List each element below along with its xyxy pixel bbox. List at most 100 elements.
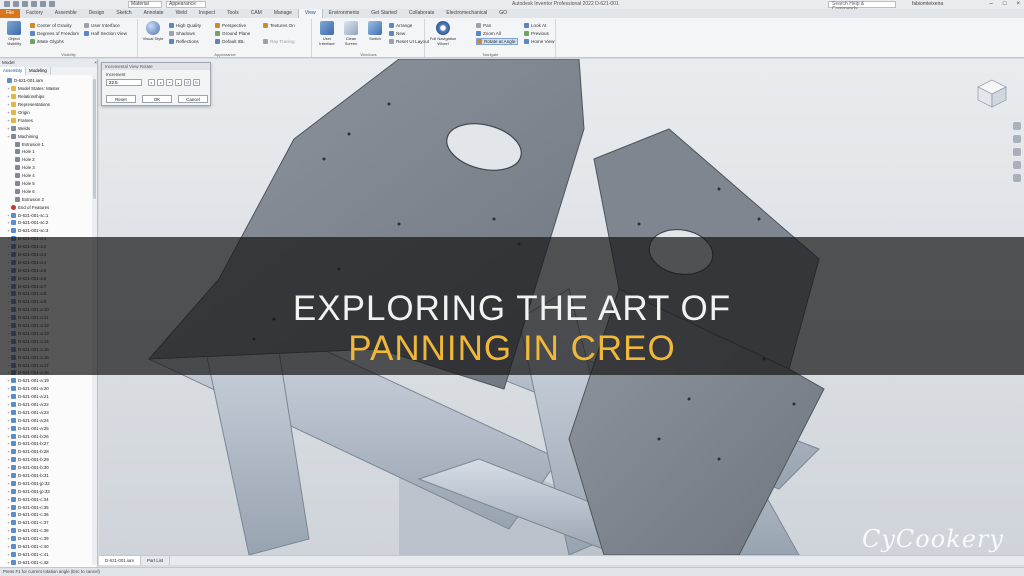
previous-view-button[interactable]: Previous (524, 30, 549, 37)
browser-tree-item[interactable]: + Relationships (0, 93, 97, 101)
default-ibl-dropdown[interactable]: Default IBL (215, 38, 245, 45)
tab-factory[interactable]: Factory (20, 9, 49, 18)
tab-design[interactable]: Design (83, 9, 111, 18)
tab-tools[interactable]: Tools (221, 9, 245, 18)
tab-environments[interactable]: Environments (323, 9, 366, 18)
browser-tree-item[interactable]: + D-621-001-b:30 (0, 464, 97, 472)
browser-tree-item[interactable]: + D-621-001-c:37 (0, 519, 97, 527)
browser-tree-item[interactable]: + Welds (0, 124, 97, 132)
half-section-view-button[interactable]: Half Section View (84, 30, 127, 37)
browser-tree-item[interactable]: Hole 2 (0, 156, 97, 164)
pan-button[interactable]: Pan (476, 22, 491, 29)
browser-tree-item[interactable]: + D-621-001-a:20 (0, 385, 97, 393)
close-icon[interactable]: × (94, 59, 97, 67)
user-interface-toggle[interactable]: User Interface (84, 22, 120, 29)
quick-access-toolbar[interactable] (4, 1, 55, 7)
save-icon[interactable] (22, 1, 28, 7)
reset-ui-layout-button[interactable]: Reset UI Layout (389, 38, 429, 45)
zoom-icon[interactable] (1013, 148, 1021, 156)
browser-tree-item[interactable]: Hole 1 (0, 148, 97, 156)
arrange-button[interactable]: Arrange (389, 22, 412, 29)
browser-tree-item[interactable]: + D-621-001-c:42 (0, 558, 97, 566)
tab-annotate[interactable]: Annotate (138, 9, 170, 18)
browser-tree-item[interactable]: + D-621-001-a:21 (0, 393, 97, 401)
browser-tree-item[interactable]: + D-621-001-sc:3 (0, 227, 97, 235)
browser-tree-item[interactable]: + D-621-001-c:40 (0, 543, 97, 551)
browser-tree-item[interactable]: + D-621-001-c:39 (0, 535, 97, 543)
browser-tree-item[interactable]: End of Features (0, 203, 97, 211)
reflections-toggle[interactable]: Reflections (169, 38, 199, 45)
browser-tree-item[interactable]: + D-621-001-c:41 (0, 550, 97, 558)
browser-tree-item[interactable]: + D-621-001-jp:33 (0, 487, 97, 495)
rotate-down-icon[interactable]: ◒ (175, 79, 182, 86)
look-at-button[interactable]: Look At (524, 22, 546, 29)
user-interface-button[interactable]: User Interface (315, 21, 339, 46)
browser-tree-item[interactable]: Hole 4 (0, 172, 97, 180)
new-icon[interactable] (4, 1, 10, 7)
reset-button[interactable]: Reset (106, 95, 136, 103)
browser-tree-item[interactable]: + D-621-001-b:28 (0, 448, 97, 456)
tab-sketch[interactable]: Sketch (110, 9, 137, 18)
high-quality-toggle[interactable]: High Quality (169, 22, 201, 29)
help-search-input[interactable]: Search Help & Commands... (828, 1, 896, 12)
tab-inspect[interactable]: Inspect (193, 9, 221, 18)
viewcube-icon[interactable] (974, 74, 1010, 110)
zoom-all-button[interactable]: Zoom All (476, 30, 501, 37)
undo-icon[interactable] (31, 1, 37, 7)
degrees-of-freedom-toggle[interactable]: Degrees of Freedom (30, 30, 79, 37)
browser-tree-item[interactable]: + D-621-001-b:26 (0, 432, 97, 440)
rotate-left-icon[interactable]: ◐ (148, 79, 155, 86)
rotate-at-angle-button[interactable]: Rotate at Angle (476, 38, 519, 45)
doc-tab-part-list[interactable]: Part List (141, 556, 171, 565)
shadows-toggle[interactable]: Shadows (169, 30, 195, 37)
object-visibility-button[interactable]: Object Visibility (2, 21, 26, 46)
maximize-icon[interactable]: □ (1003, 1, 1007, 7)
tab-file[interactable]: File (0, 9, 21, 18)
redo-icon[interactable] (40, 1, 46, 7)
orbit-icon[interactable] (1013, 161, 1021, 169)
browser-tree-item[interactable]: Hole 6 (0, 187, 97, 195)
tab-modeling[interactable]: Modeling (26, 67, 51, 75)
textures-toggle[interactable]: Textures On (263, 22, 295, 29)
browser-tree-item[interactable]: + D-621-001-c:38 (0, 527, 97, 535)
ground-plane-toggle[interactable]: Ground Plane (215, 30, 250, 37)
switch-button[interactable]: Switch (363, 21, 387, 41)
look-at-icon[interactable] (1013, 174, 1021, 182)
pan-icon[interactable] (1013, 135, 1021, 143)
roll-cw-icon[interactable]: ↻ (193, 79, 200, 86)
tab-get-started[interactable]: Get Started (365, 9, 403, 18)
browser-tree-item[interactable]: Hole 3 (0, 164, 97, 172)
browser-tree-item[interactable]: + D-621-001-b:27 (0, 440, 97, 448)
rotate-up-icon[interactable]: ◓ (166, 79, 173, 86)
browser-tree-item[interactable]: + D-621-001-sc:1 (0, 211, 97, 219)
center-of-gravity-toggle[interactable]: Center of Gravity (30, 22, 72, 29)
visual-style-button[interactable]: Visual Style (141, 21, 165, 41)
browser-tree-item[interactable]: + D-621-001-a:19 (0, 377, 97, 385)
browser-tree-item[interactable]: + D-621-001-jp:32 (0, 479, 97, 487)
cancel-button[interactable]: Cancel (178, 95, 208, 103)
browser-tree-item[interactable]: + D-621-001-c:34 (0, 495, 97, 503)
tab-manage[interactable]: Manage (268, 9, 298, 18)
clean-screen-button[interactable]: Clean Screen (339, 21, 363, 46)
close-icon[interactable]: × (1016, 1, 1020, 7)
browser-tree-item[interactable]: + D-621-001-b:31 (0, 472, 97, 480)
browser-tree-item[interactable]: Extrusion 1 (0, 140, 97, 148)
full-navigation-wheel-icon[interactable] (1013, 122, 1021, 130)
material-dropdown[interactable]: Material (128, 1, 162, 8)
full-navigation-wheel-button[interactable]: Full Navigation Wheel (428, 21, 458, 46)
rotate-right-icon[interactable]: ◑ (157, 79, 164, 86)
tab-weld[interactable]: Weld (170, 9, 193, 18)
browser-tree-item[interactable]: D-621-001.iam (0, 77, 97, 85)
tab-assembly[interactable]: Assembly (0, 67, 27, 75)
browser-tree-item[interactable]: + Machining (0, 132, 97, 140)
tab-collaborate[interactable]: Collaborate (403, 9, 441, 18)
browser-tree-item[interactable]: Hole 5 (0, 180, 97, 188)
browser-tree-item[interactable]: + Model States: Master (0, 85, 97, 93)
home-icon[interactable] (49, 1, 55, 7)
open-icon[interactable] (13, 1, 19, 7)
browser-tree-item[interactable]: + Origin (0, 109, 97, 117)
increment-input[interactable]: 22.5 (106, 79, 142, 86)
user-account[interactable]: fabiomteixeira (912, 1, 943, 7)
scroll-thumb[interactable] (93, 79, 96, 199)
browser-tree-item[interactable]: Extrusion 2 (0, 195, 97, 203)
